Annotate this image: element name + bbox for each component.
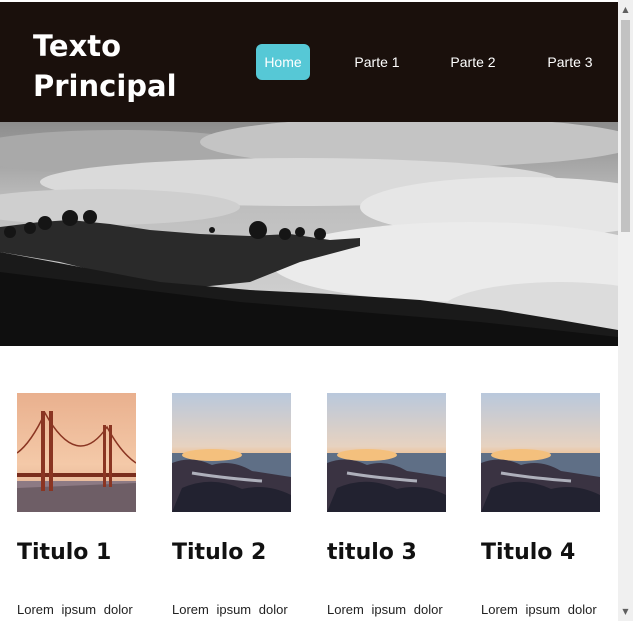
nav-parte-2[interactable]: Parte 2 (443, 44, 503, 80)
card-text: Lorem ipsum dolor (17, 602, 133, 617)
card-text: Lorem ipsum dolor (172, 602, 288, 617)
card-title: Titulo 2 (172, 540, 267, 565)
card-1: Titulo 1 Lorem ipsum dolor (17, 393, 137, 617)
site-header: Texto Principal Home Parte 1 Parte 2 Par… (0, 2, 618, 122)
scroll-up-arrow-icon[interactable]: ▲ (618, 2, 633, 17)
card-4: Titulo 4 Lorem ipsum dolor (481, 393, 601, 617)
rocky-coast-sunset-icon (481, 393, 600, 512)
card-title: titulo 3 (327, 540, 417, 565)
main-nav: Home Parte 1 Parte 2 Parte 3 (0, 2, 618, 122)
nav-parte-3[interactable]: Parte 3 (540, 44, 600, 80)
rocky-coast-sunset-icon (327, 393, 446, 512)
nav-parte-1[interactable]: Parte 1 (347, 44, 407, 80)
scrollbar-thumb[interactable] (621, 20, 630, 232)
rocky-coast-sunset-icon (172, 393, 291, 512)
nav-home[interactable]: Home (256, 44, 310, 80)
card-2: Titulo 2 Lorem ipsum dolor (172, 393, 292, 617)
card-title: Titulo 4 (481, 540, 576, 565)
card-title: Titulo 1 (17, 540, 112, 565)
scroll-down-arrow-icon[interactable]: ▼ (618, 604, 633, 619)
golden-gate-bridge-icon (17, 393, 136, 512)
card-text: Lorem ipsum dolor (327, 602, 443, 617)
card-text: Lorem ipsum dolor (481, 602, 597, 617)
hero-image (0, 122, 618, 346)
card-3: titulo 3 Lorem ipsum dolor (327, 393, 447, 617)
page-viewport: Texto Principal Home Parte 1 Parte 2 Par… (0, 0, 618, 621)
vertical-scrollbar[interactable]: ▲ ▼ (618, 0, 633, 621)
landscape-image (0, 122, 618, 346)
